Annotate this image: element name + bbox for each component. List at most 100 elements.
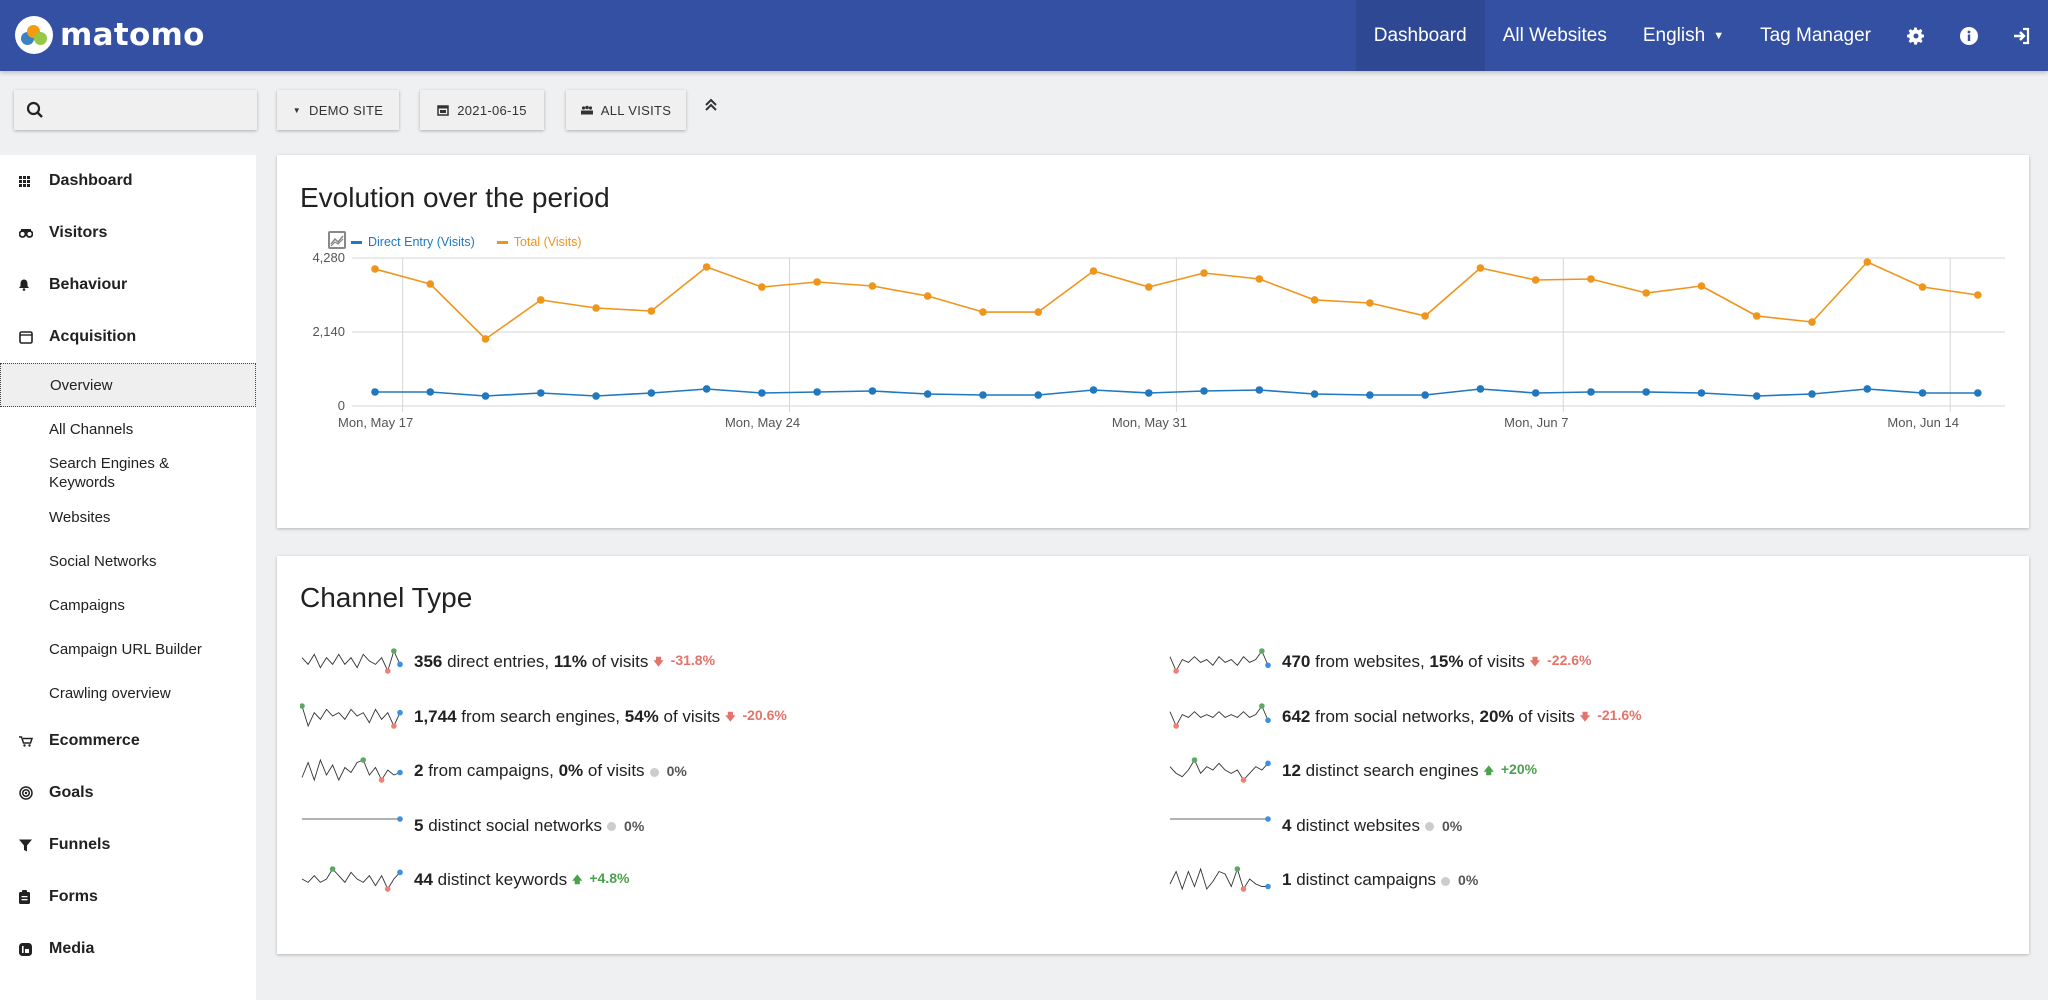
sidebar-item-funnels[interactable]: Funnels (0, 819, 256, 871)
neutral-dot-icon (607, 822, 617, 832)
sidebar-item-media[interactable]: Media (0, 923, 256, 975)
channel-row[interactable]: 2 from campaigns, 0% of visits 0% (300, 756, 687, 786)
channel-row[interactable]: 12 distinct search engines 🡅 +20% (1168, 756, 1537, 786)
total-point (1476, 264, 1485, 272)
channel-label: distinct social networks (423, 815, 603, 835)
sparkline-last-point (397, 815, 403, 822)
sidebar-item-label: Media (49, 940, 95, 957)
evolution-line-chart: 0 2,140 4,280 Mon, May 17 Mon, May 24 Mon, Ma… (312, 250, 2005, 430)
top-navigation-bar: matomo Dashboard All Websites English ▼ … (0, 0, 2048, 71)
channel-row[interactable]: 470 from websites, 15% of visits 🡇 -22.6% (1168, 647, 1592, 677)
arrow-down-icon: 🡇 (1529, 657, 1541, 668)
sparkline (301, 648, 403, 674)
segment-selector-button[interactable]: ALL VISITS (566, 90, 686, 130)
sidebar-item-label: Funnels (49, 836, 111, 853)
collapse-toolbar-button[interactable] (705, 98, 717, 117)
sparkline-min-point (384, 886, 391, 892)
arrow-down-icon: 🡇 (1579, 711, 1591, 723)
channel-label: distinct search engines (1300, 761, 1479, 780)
sidebar-item-behaviour[interactable]: Behaviour (0, 259, 256, 311)
sparkline-last-point (1265, 716, 1271, 723)
direct-entry-point (371, 388, 379, 396)
sparkline (1169, 702, 1271, 729)
sparkline-path (301, 705, 401, 727)
target-icon (19, 786, 49, 800)
trend-value: +20% (1500, 761, 1538, 777)
grid-icon (19, 175, 49, 187)
nav-dashboard[interactable]: Dashboard (1355, 0, 1485, 71)
date-selector-button[interactable]: 2021-06-15 (420, 90, 544, 130)
channel-row[interactable]: 356 direct entries, 11% of visits 🡇 -31.8% (300, 647, 715, 677)
sparkline-last-point (1265, 662, 1271, 669)
settings-button[interactable] (1889, 0, 1942, 71)
channel-row[interactable]: 1 distinct campaigns 0% (1168, 865, 1478, 895)
widget-title: Channel Type (300, 582, 473, 613)
sparkline (1169, 866, 1271, 892)
total-point (1863, 258, 1872, 266)
trend-value: -22.6% (1547, 652, 1592, 668)
sidebar-item-label: Ecommerce (49, 732, 140, 749)
sidebar-item-label: Behaviour (49, 276, 128, 293)
sparkline-path (301, 868, 401, 890)
sparkline (1169, 757, 1271, 783)
sidebar-subitem-search-engines-keywords[interactable]: Search Engines & Keywords (0, 451, 200, 495)
channel-row[interactable]: 4 distinct websites 0% (1168, 811, 1462, 841)
channel-row[interactable]: 5 distinct social networks 0% (300, 811, 644, 841)
direct-entry-point (1255, 386, 1264, 394)
caret-down-icon: ▼ (292, 105, 301, 115)
sidebar-item-forms[interactable]: Forms (0, 871, 256, 923)
direct-entry-point (1587, 388, 1595, 396)
search-icon (26, 101, 43, 118)
logo-wordmark: matomo (60, 17, 205, 53)
channel-summary: 1,744 from search engines, 54% of visits (414, 707, 720, 727)
channel-value: 1,744 (414, 706, 457, 726)
matomo-logo[interactable]: matomo (15, 15, 205, 55)
clipboard-icon (19, 890, 49, 904)
channel-row[interactable]: 44 distinct keywords 🡅 +4.8% (300, 865, 629, 895)
sidebar-subitem-all-channels[interactable]: All Channels (0, 407, 256, 451)
channel-row[interactable]: 642 from social networks, 20% of visits 🡇… (1168, 702, 1642, 732)
total-point (702, 263, 711, 271)
sidebar-item-visitors[interactable]: Visitors (0, 207, 256, 259)
total-point (1255, 275, 1264, 283)
sidebar-item-acquisition[interactable]: Acquisition (0, 311, 256, 363)
total-point (426, 280, 435, 288)
x-tick-label: Mon, May 17 (338, 415, 413, 430)
total-point (923, 292, 932, 300)
sidebar-subitem-social-networks[interactable]: Social Networks (0, 539, 256, 583)
total-point (1310, 296, 1319, 304)
trend-value: 0% (666, 763, 687, 779)
trend-indicator: 0% (607, 818, 644, 834)
sidebar-item-goals[interactable]: Goals (0, 767, 256, 819)
x-tick-label: Mon, Jun 14 (1887, 415, 1959, 430)
channel-value: 642 (1282, 706, 1311, 726)
trend-value: 0% (1441, 817, 1463, 834)
sparkline-max-point (391, 648, 397, 654)
sidebar-subitem-overview[interactable]: Overview (0, 363, 256, 407)
sidebar-item-dashboard[interactable]: Dashboard (0, 155, 256, 207)
direct-entry-point (1310, 390, 1319, 398)
sign-out-button[interactable] (1995, 0, 2048, 71)
sidebar-subitem-campaigns[interactable]: Campaigns (0, 583, 256, 627)
sidebar-subitem-campaign-url-builder[interactable]: Campaign URL Builder (0, 627, 256, 671)
sign-out-icon (2013, 27, 2029, 44)
channel-row[interactable]: 1,744 from search engines, 54% of visits… (300, 702, 787, 732)
direct-entry-point (537, 389, 545, 397)
channel-suffix: of visits (583, 761, 645, 780)
total-point (647, 307, 656, 315)
sidebar-subitem-crawling-overview[interactable]: Crawling overview (0, 671, 256, 715)
site-selector-button[interactable]: ▼ DEMO SITE (277, 90, 399, 130)
nav-tag-manager[interactable]: Tag Manager (1742, 0, 1889, 71)
y-tick-label: 4,280 (312, 250, 345, 265)
channel-summary: 1 distinct campaigns (1282, 870, 1436, 890)
language-selector[interactable]: English ▼ (1625, 0, 1742, 71)
total-point (481, 335, 490, 343)
help-button[interactable] (1942, 0, 1995, 71)
sidebar-subitem-websites[interactable]: Websites (0, 495, 256, 539)
sidebar-item-label: Acquisition (49, 328, 137, 345)
total-point (1089, 267, 1098, 275)
channel-label: distinct campaigns (1291, 870, 1437, 889)
nav-all-websites[interactable]: All Websites (1485, 0, 1625, 71)
sidebar-item-ecommerce[interactable]: Ecommerce (0, 715, 256, 767)
search-input[interactable] (14, 90, 257, 130)
